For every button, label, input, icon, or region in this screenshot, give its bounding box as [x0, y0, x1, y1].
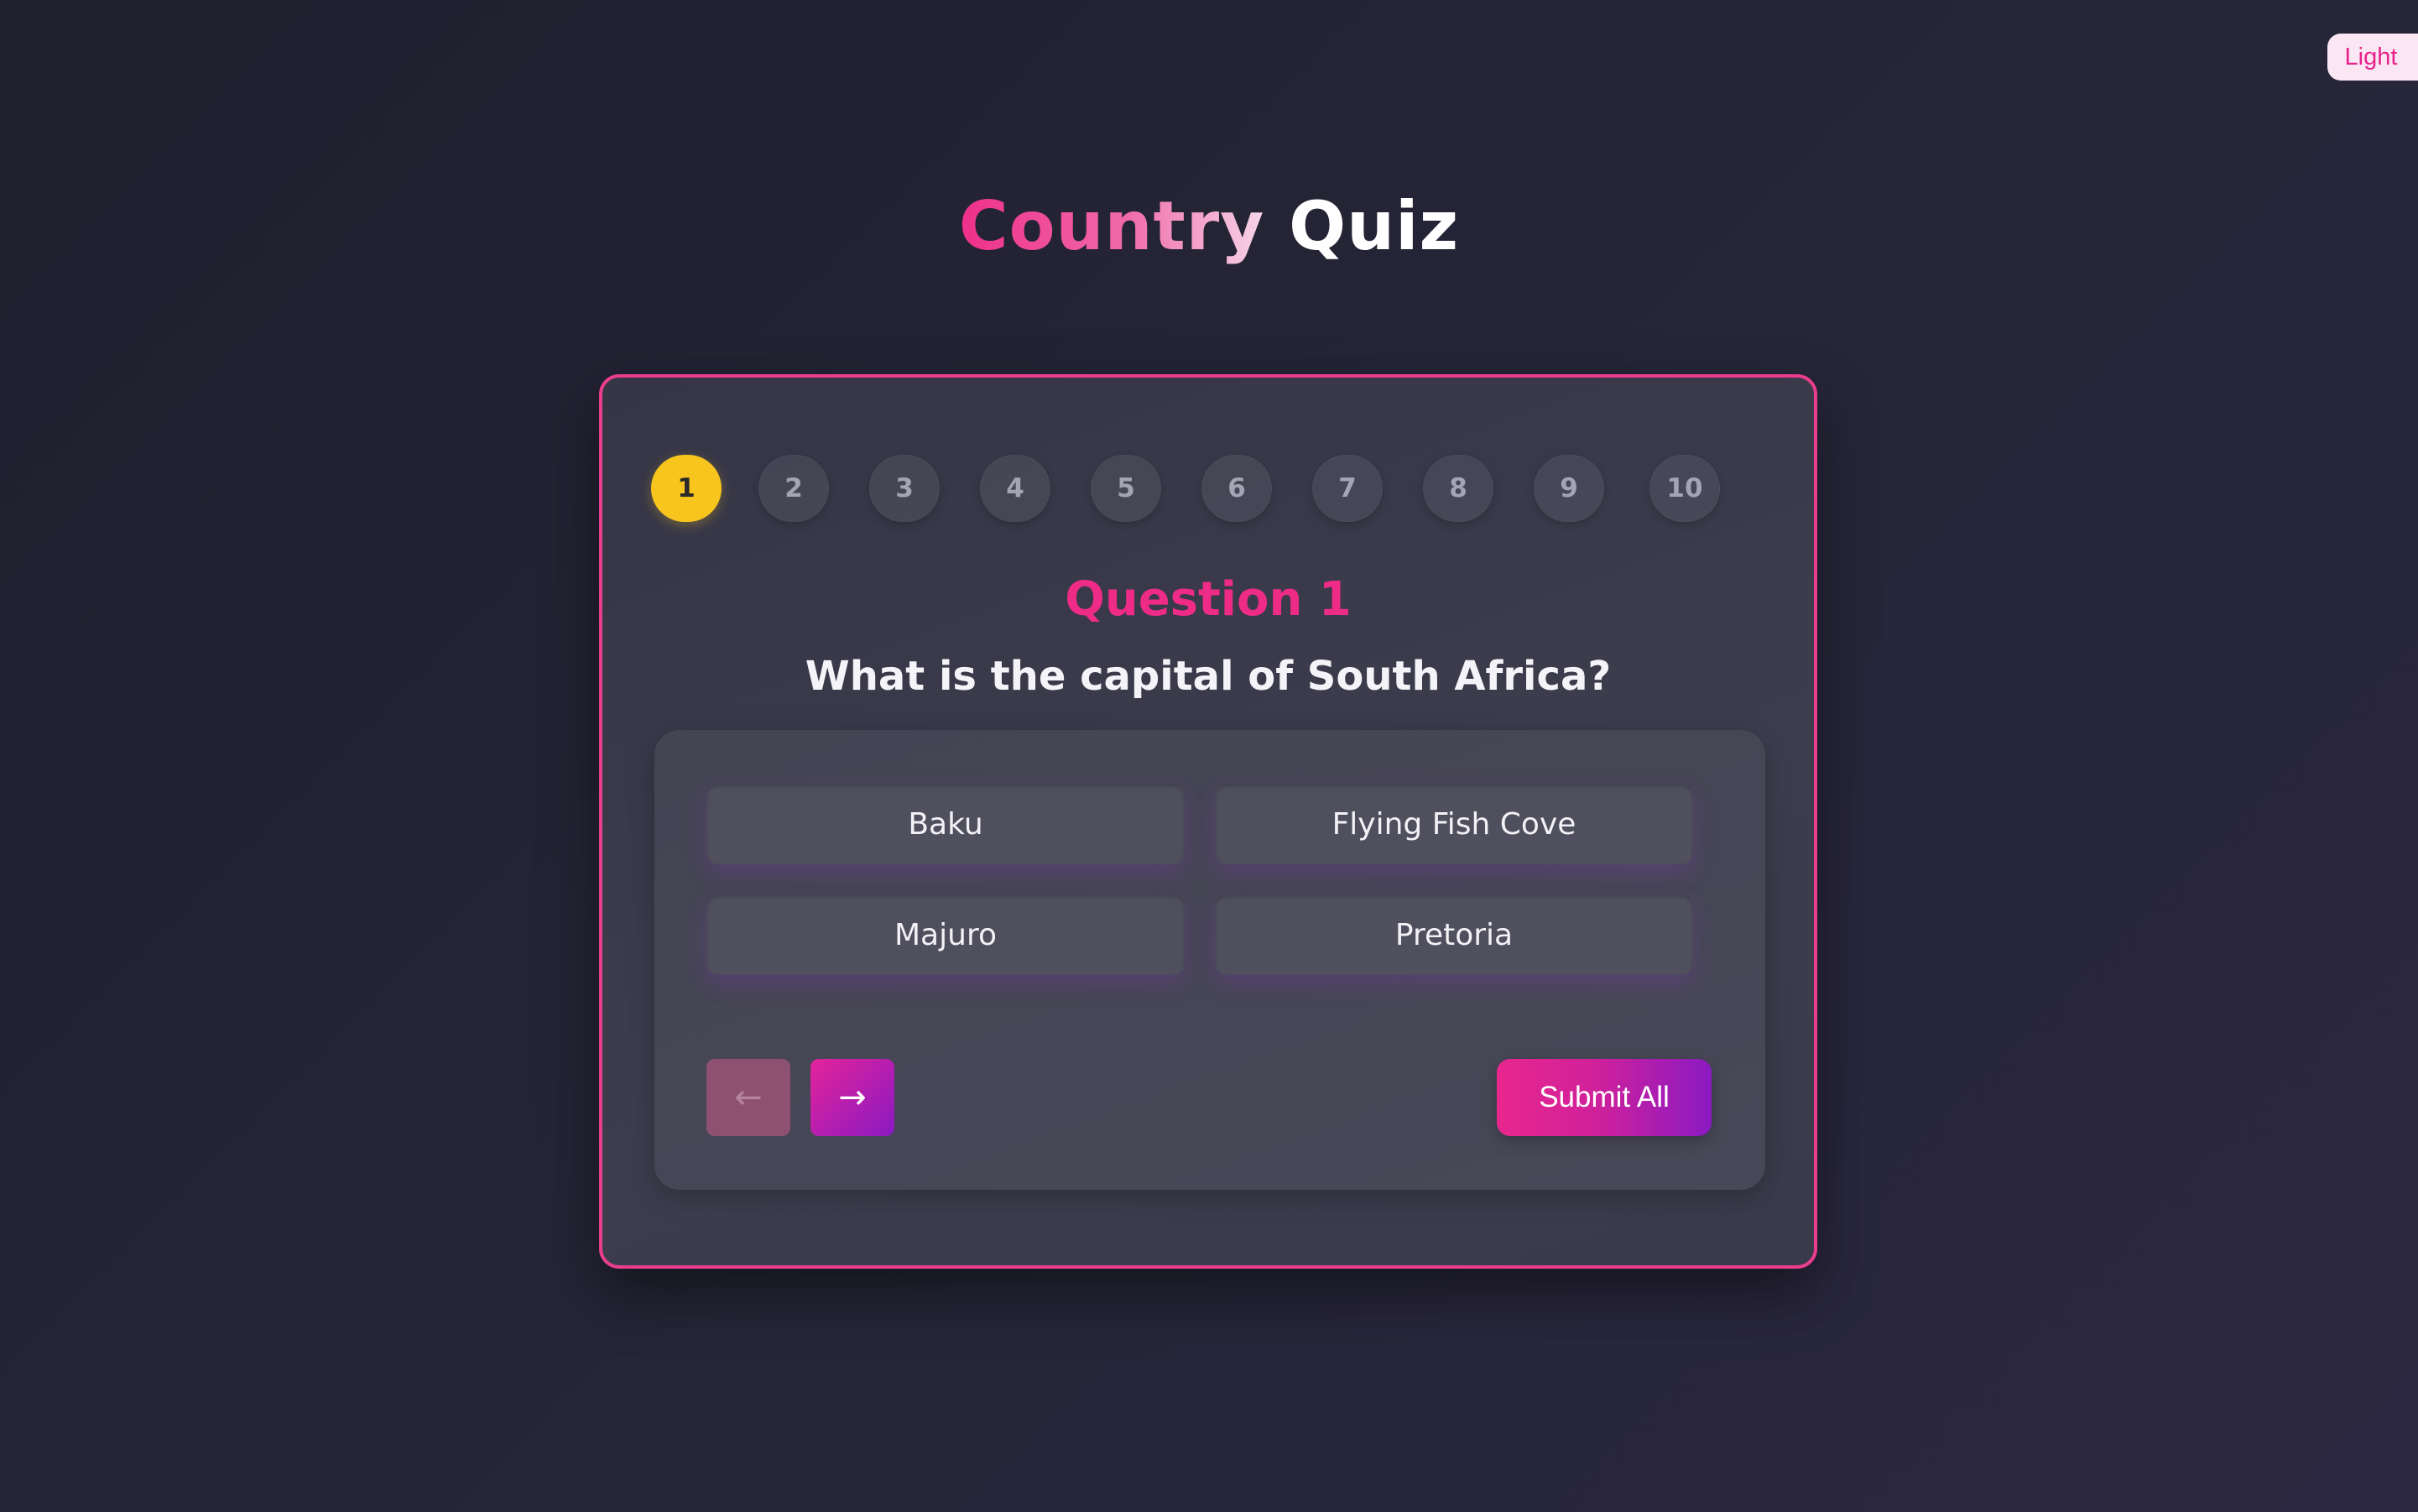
question-number: Question 1: [1065, 572, 1352, 627]
step-7[interactable]: 7: [1312, 455, 1383, 522]
step-4[interactable]: 4: [980, 455, 1050, 522]
question-text: What is the capital of South Africa?: [805, 653, 1612, 700]
answer-option-pretoria[interactable]: Pretoria: [1215, 894, 1693, 975]
step-1[interactable]: 1: [651, 455, 722, 522]
title-accent-text: Country: [958, 187, 1265, 265]
next-button[interactable]: →: [810, 1059, 894, 1136]
step-5[interactable]: 5: [1091, 455, 1161, 522]
step-2[interactable]: 2: [758, 455, 829, 522]
page-title: Country Quiz: [0, 185, 2418, 269]
answer-option-majuro[interactable]: Majuro: [706, 894, 1185, 975]
answer-panel: Baku Flying Fish Cove Majuro Pretoria ← …: [654, 730, 1765, 1190]
question-stepper: 1 2 3 4 5 6 7 8 9 10: [651, 455, 1775, 522]
answer-option-baku[interactable]: Baku: [706, 784, 1185, 864]
theme-toggle-button[interactable]: Light: [2327, 34, 2418, 81]
step-9[interactable]: 9: [1534, 455, 1604, 522]
step-8[interactable]: 8: [1423, 455, 1493, 522]
step-10[interactable]: 10: [1649, 455, 1720, 522]
prev-button[interactable]: ←: [706, 1059, 790, 1136]
arrow-left-icon: ←: [734, 1078, 763, 1117]
title-rest-text: Quiz: [1289, 187, 1460, 265]
quiz-card: 1 2 3 4 5 6 7 8 9 10 Question 1 What is …: [599, 374, 1817, 1269]
answer-option-flying-fish-cove[interactable]: Flying Fish Cove: [1215, 784, 1693, 864]
arrow-right-icon: →: [838, 1078, 867, 1117]
step-6[interactable]: 6: [1201, 455, 1272, 522]
step-3[interactable]: 3: [869, 455, 940, 522]
submit-all-button[interactable]: Submit All: [1497, 1059, 1712, 1136]
